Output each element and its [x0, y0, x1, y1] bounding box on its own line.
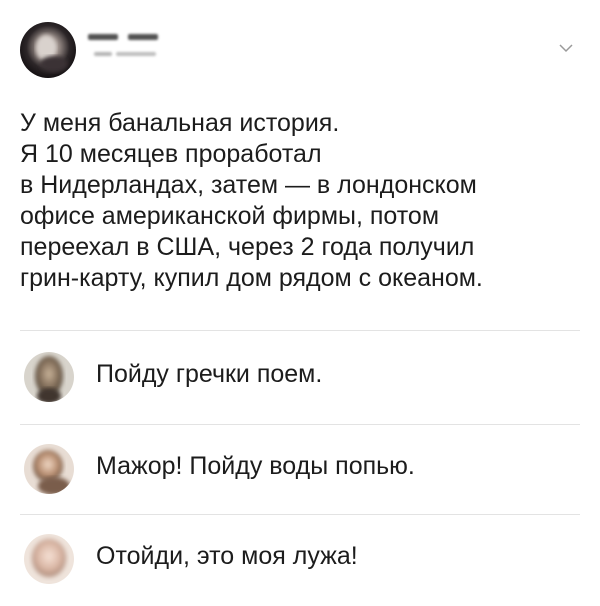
post: У меня банальная история. Я 10 месяцев п…: [0, 0, 600, 606]
comment-avatar[interactable]: [24, 534, 74, 584]
author-name-blurred[interactable]: [88, 32, 168, 42]
comment-item: Отойди, это моя лужа!: [24, 534, 580, 594]
post-text-line: грин-карту, купил дом рядом с океаном.: [20, 264, 483, 292]
author-avatar[interactable]: [20, 22, 76, 78]
divider: [20, 424, 580, 425]
chevron-down-icon[interactable]: [558, 42, 574, 54]
post-body-text: У меня банальная история. Я 10 месяцев п…: [20, 108, 580, 294]
comment-text: Мажор! Пойду воды попью.: [96, 452, 415, 480]
divider: [20, 514, 580, 515]
post-header: [20, 22, 580, 82]
user-avatar-photo-icon: [24, 444, 74, 494]
comment-item: Пойду гречки поем.: [24, 352, 580, 412]
comment-avatar[interactable]: [24, 444, 74, 494]
user-avatar-photo-icon: [24, 352, 74, 402]
author-subtitle-blurred: [94, 52, 156, 56]
comment-avatar[interactable]: [24, 352, 74, 402]
post-text-line: Я 10 месяцев проработал: [20, 140, 322, 168]
post-text-line: У меня банальная история.: [20, 109, 340, 137]
comment-item: Мажор! Пойду воды попью.: [24, 444, 580, 504]
comment-text: Отойди, это моя лужа!: [96, 542, 358, 570]
post-text-line: переехал в США, через 2 года получил: [20, 233, 475, 261]
user-avatar-photo-icon: [24, 534, 74, 584]
author-avatar-photo-icon: [20, 22, 76, 78]
post-text-line: офисе американской фирмы, потом: [20, 202, 440, 230]
post-text-line: в Нидерландах, затем — в лондонском: [20, 171, 477, 199]
divider: [20, 330, 580, 331]
comment-text: Пойду гречки поем.: [96, 360, 323, 388]
